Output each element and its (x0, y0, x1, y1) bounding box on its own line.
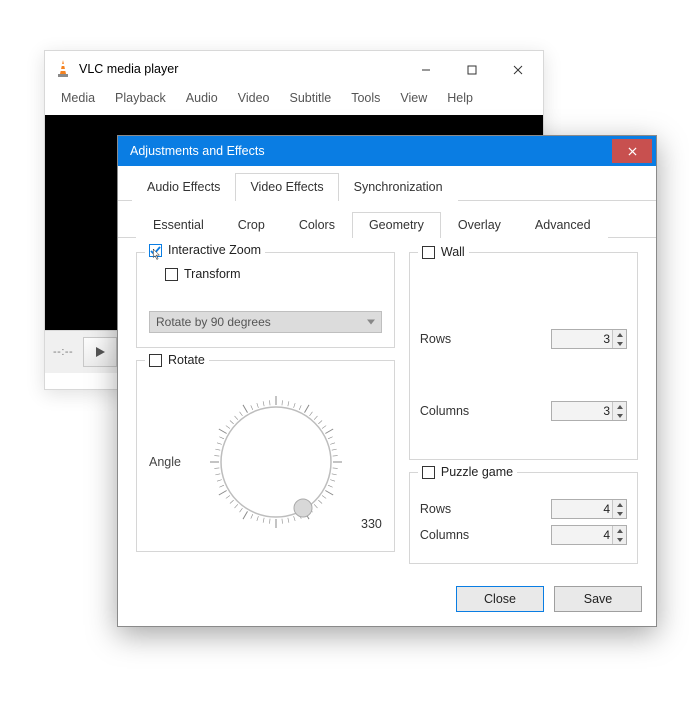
dialog-footer: Close Save (118, 578, 656, 626)
wall-cols-label: Columns (420, 404, 551, 418)
transform-checkbox[interactable] (165, 268, 178, 281)
video-effects-subtabs: Essential Crop Colors Geometry Overlay A… (118, 201, 656, 238)
rotate-label: Rotate (168, 353, 205, 367)
puzzle-rows-spinner[interactable]: 4 (551, 499, 627, 519)
tab-audio-effects[interactable]: Audio Effects (132, 173, 235, 201)
transform-group: Interactive Zoom Transform Rotate by 90 … (136, 252, 395, 348)
caret-down-icon[interactable] (613, 339, 626, 348)
puzzle-label: Puzzle game (441, 465, 513, 479)
puzzle-checkbox[interactable] (422, 466, 435, 479)
puzzle-cols-spinner[interactable]: 4 (551, 525, 627, 545)
transform-row: Transform (161, 267, 245, 281)
menu-help[interactable]: Help (439, 89, 481, 107)
tab-video-effects[interactable]: Video Effects (235, 173, 338, 201)
wall-cols-spinner[interactable]: 3 (551, 401, 627, 421)
wall-checkbox[interactable] (422, 246, 435, 259)
wall-group: Wall Rows 3 Columns 3 (409, 252, 638, 460)
puzzle-group: Puzzle game Rows 4 Columns 4 (409, 472, 638, 564)
time-display: --:-- (53, 346, 73, 358)
menu-subtitle[interactable]: Subtitle (282, 89, 340, 107)
vlc-titlebar: VLC media player (45, 51, 543, 87)
rotate-checkbox[interactable] (149, 354, 162, 367)
caret-up-icon[interactable] (613, 526, 626, 535)
play-button[interactable] (83, 337, 117, 367)
tab-synchronization[interactable]: Synchronization (339, 173, 458, 201)
wall-label: Wall (441, 245, 465, 259)
dialog-title: Adjustments and Effects (130, 144, 265, 158)
wall-rows-label: Rows (420, 332, 551, 346)
dialog-titlebar[interactable]: Adjustments and Effects (118, 136, 656, 166)
puzzle-cols-label: Columns (420, 528, 551, 542)
close-button-label: Close (484, 592, 516, 606)
subtab-essential[interactable]: Essential (136, 212, 221, 238)
caret-up-icon[interactable] (613, 330, 626, 339)
maximize-button[interactable] (449, 54, 495, 84)
wall-rows-spinner[interactable]: 3 (551, 329, 627, 349)
subtab-overlay[interactable]: Overlay (441, 212, 518, 238)
puzzle-rows-label: Rows (420, 502, 551, 516)
vlc-menubar: Media Playback Audio Video Subtitle Tool… (45, 87, 543, 115)
save-button-label: Save (584, 592, 613, 606)
wall-row: Wall (418, 245, 469, 259)
close-button[interactable]: Close (456, 586, 544, 612)
caret-up-icon[interactable] (613, 402, 626, 411)
subtab-geometry[interactable]: Geometry (352, 212, 441, 238)
transform-combo[interactable]: Rotate by 90 degrees (149, 311, 382, 333)
rotate-group: Rotate Angle 330 (136, 360, 395, 552)
subtab-crop[interactable]: Crop (221, 212, 282, 238)
vlc-window-title: VLC media player (79, 62, 178, 76)
geometry-right-column: Wall Rows 3 Columns 3 (409, 252, 638, 564)
menu-tools[interactable]: Tools (343, 89, 388, 107)
menu-video[interactable]: Video (230, 89, 278, 107)
rotate-row: Rotate (145, 353, 209, 367)
subtab-colors[interactable]: Colors (282, 212, 352, 238)
minimize-button[interactable] (403, 54, 449, 84)
close-button[interactable] (495, 54, 541, 84)
transform-combo-value: Rotate by 90 degrees (156, 315, 271, 329)
caret-down-icon[interactable] (613, 411, 626, 420)
main-tabs: Audio Effects Video Effects Synchronizat… (118, 166, 656, 201)
vlc-logo-icon (55, 59, 71, 79)
menu-playback[interactable]: Playback (107, 89, 174, 107)
dialog-close-button[interactable] (612, 139, 652, 163)
caret-down-icon[interactable] (613, 535, 626, 544)
angle-label: Angle (149, 455, 191, 469)
transform-label: Transform (184, 267, 241, 281)
menu-view[interactable]: View (392, 89, 435, 107)
rotate-dial[interactable] (201, 387, 351, 537)
interactive-zoom-row: Interactive Zoom (145, 243, 265, 257)
adjustments-effects-dialog: Adjustments and Effects Audio Effects Vi… (117, 135, 657, 627)
geometry-left-column: Interactive Zoom Transform Rotate by 90 … (136, 252, 395, 564)
interactive-zoom-label: Interactive Zoom (168, 243, 261, 257)
save-button[interactable]: Save (554, 586, 642, 612)
subtab-advanced[interactable]: Advanced (518, 212, 608, 238)
interactive-zoom-checkbox[interactable] (149, 244, 162, 257)
caret-down-icon[interactable] (613, 509, 626, 518)
menu-audio[interactable]: Audio (178, 89, 226, 107)
menu-media[interactable]: Media (53, 89, 103, 107)
caret-up-icon[interactable] (613, 500, 626, 509)
chevron-down-icon (367, 320, 375, 325)
angle-reading: 330 (361, 517, 382, 531)
puzzle-row: Puzzle game (418, 465, 517, 479)
